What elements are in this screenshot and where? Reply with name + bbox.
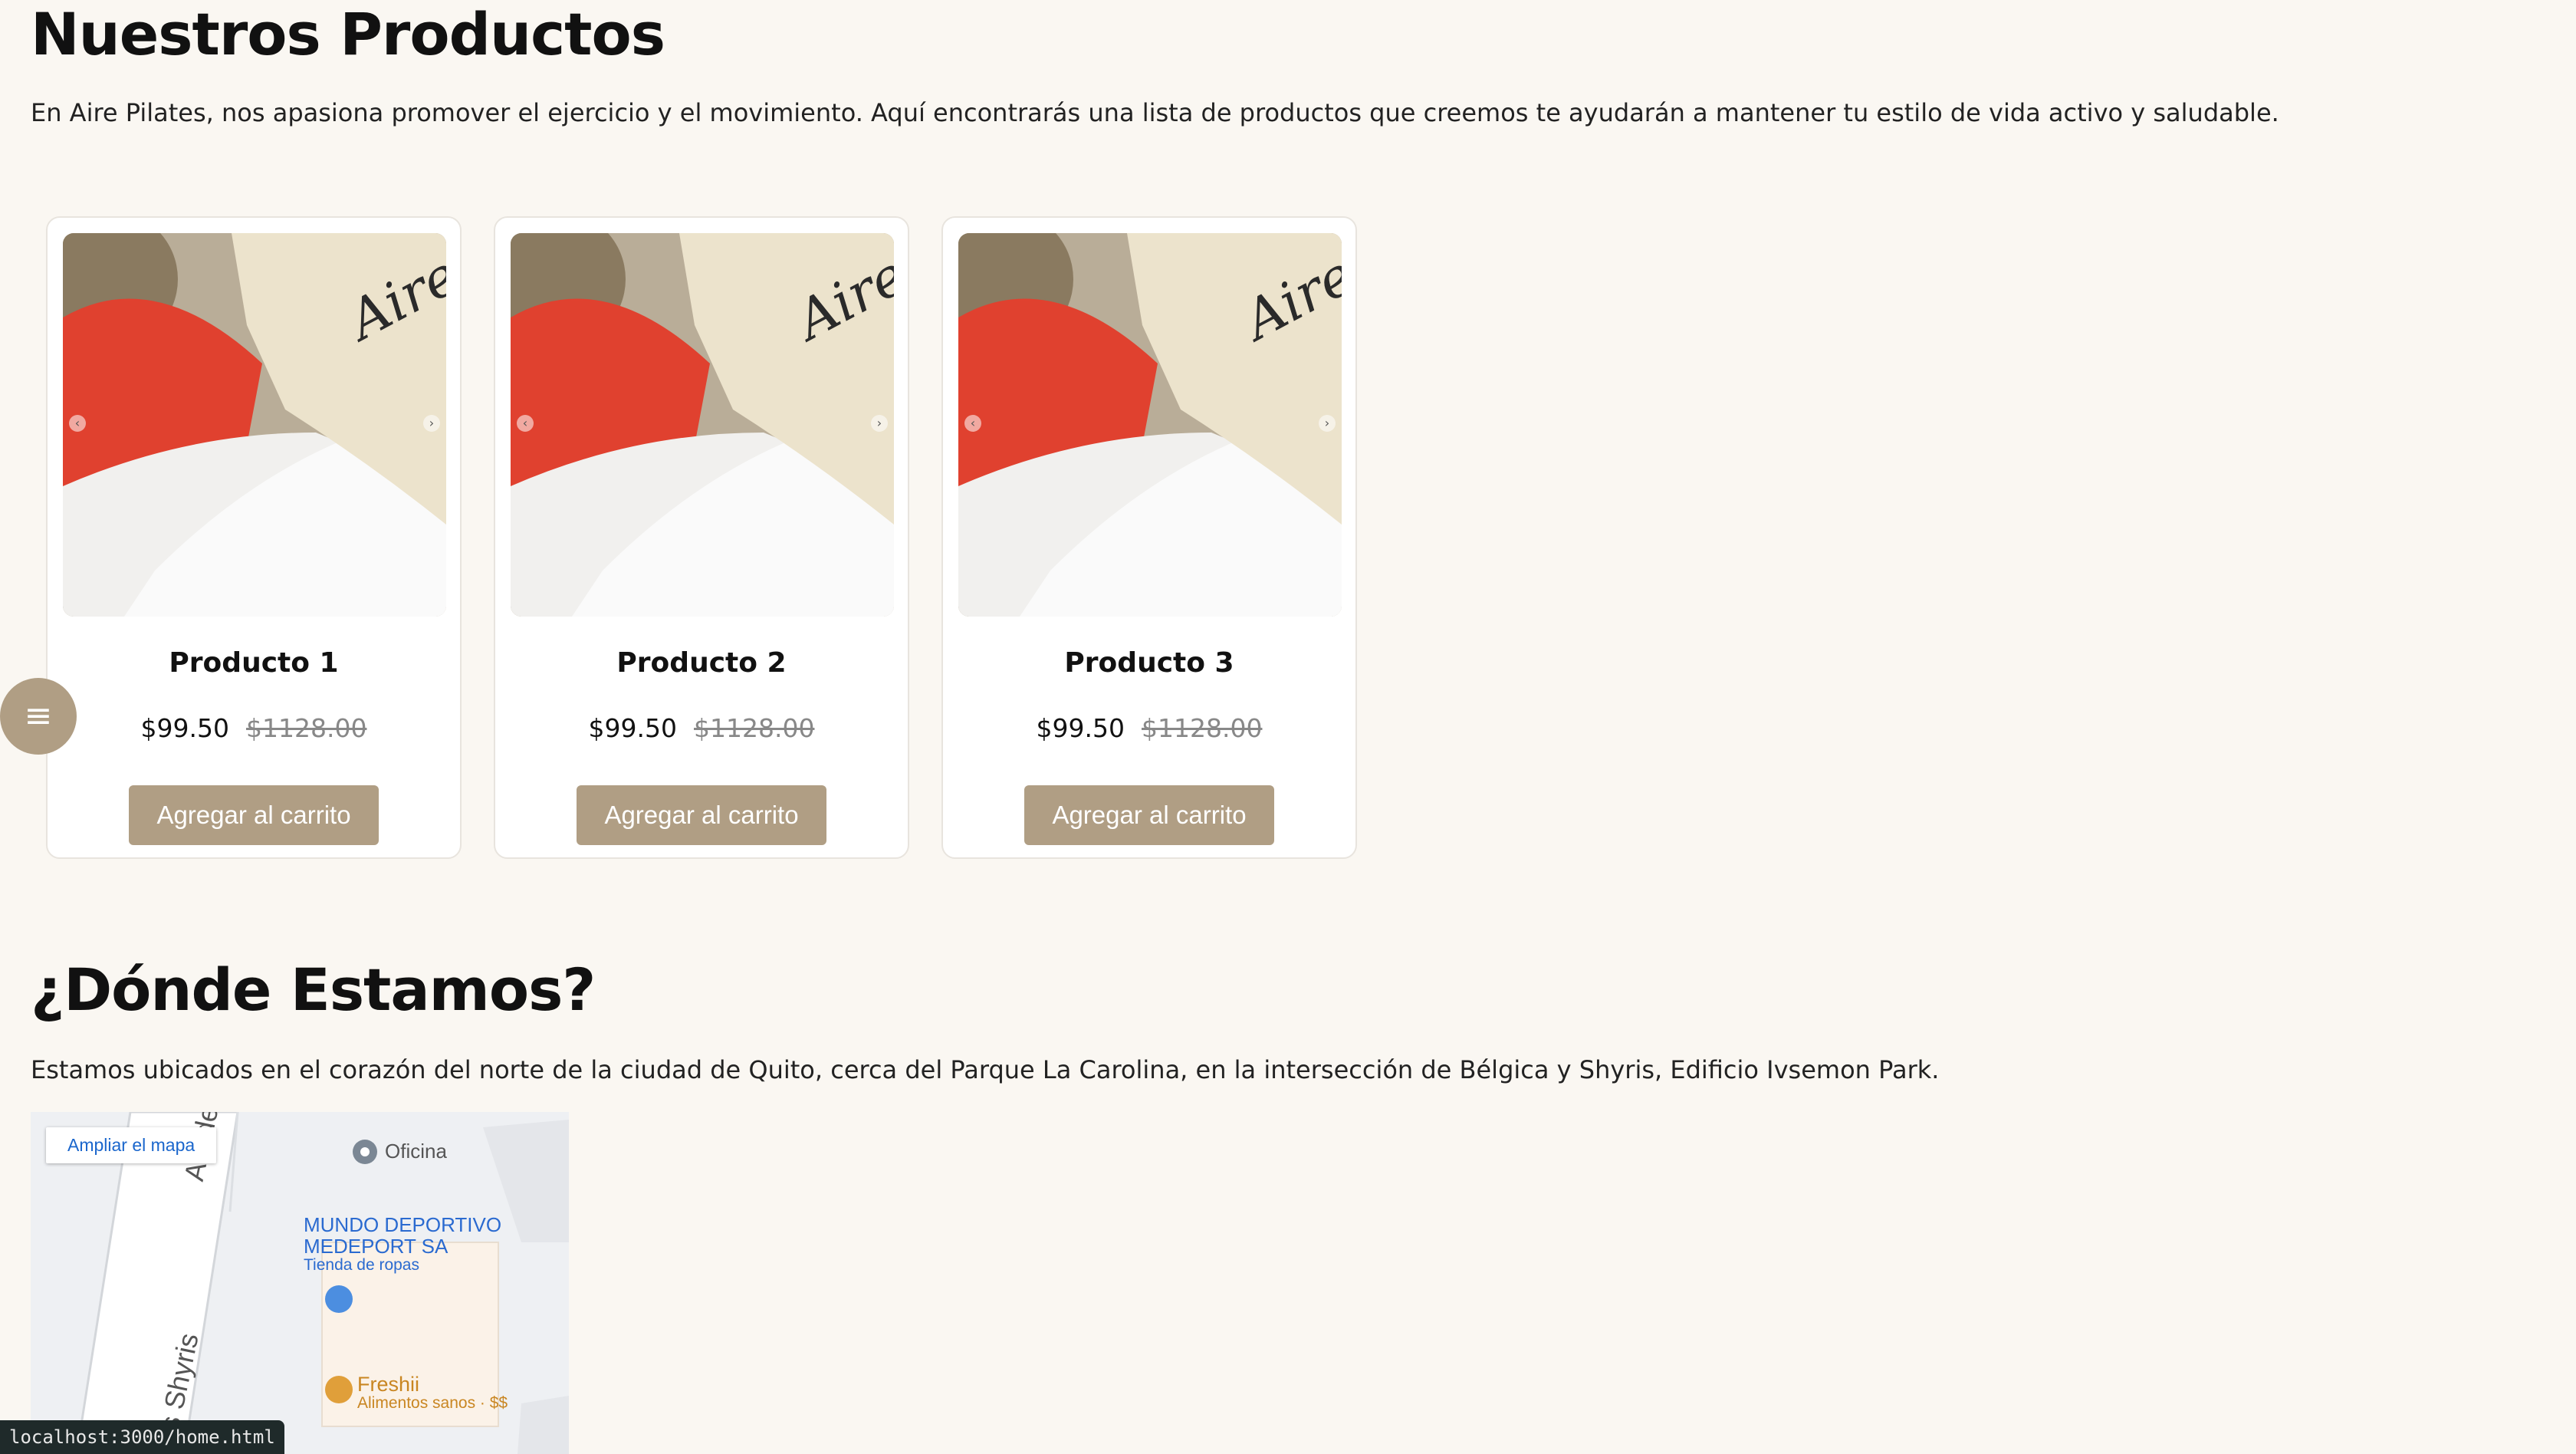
status-bar-url: localhost:3000/home.html [0,1420,284,1454]
map-poi-food-name[interactable]: Freshii [357,1373,419,1396]
chevron-left-icon[interactable]: ‹ [69,415,86,432]
product-prices: $99.50 $1128.00 [495,713,908,743]
product-price: $99.50 [140,713,229,743]
location-description: Estamos ubicados en el corazón del norte… [31,1055,1940,1084]
product-price: $99.50 [1036,713,1125,743]
products-intro: En Aire Pilates, nos apasiona promover e… [31,98,2279,127]
embedded-map[interactable]: Av. de los s Shyris Oficina MUNDO DEPORT… [31,1112,569,1454]
product-name: Producto 2 [616,647,787,679]
product-prices: $99.50 $1128.00 [48,713,460,743]
product-old-price: $1128.00 [694,713,815,743]
map-poi-food-type: Alimentos sanos · $$ [357,1394,508,1412]
product-image[interactable]: Aire ‹ › [63,233,446,617]
chevron-right-icon[interactable]: › [423,415,440,432]
map-poi-office[interactable]: Oficina [385,1140,447,1163]
add-to-cart-button[interactable]: Agregar al carrito [1024,785,1274,845]
product-prices: $99.50 $1128.00 [943,713,1355,743]
menu-button[interactable]: ≡ [0,678,77,755]
product-card: Aire ‹ › Producto 3 $99.50 $1128.00 Agreg… [941,216,1357,859]
hamburger-menu-icon: ≡ [24,696,53,735]
product-old-price: $1128.00 [1142,713,1263,743]
product-price: $99.50 [588,713,677,743]
map-poi-store-name[interactable]: MUNDO DEPORTIVO [304,1213,501,1237]
product-card: Aire ‹ › Producto 2 $99.50 $1128.00 Agreg… [494,216,909,859]
chevron-right-icon[interactable]: › [871,415,888,432]
product-image[interactable]: Aire ‹ › [958,233,1342,617]
chevron-right-icon[interactable]: › [1319,415,1336,432]
product-name: Producto 1 [169,647,339,679]
expand-map-link[interactable]: Ampliar el mapa [46,1127,217,1163]
product-photo-bag-aire: Aire [511,233,894,617]
map-poi-store-name[interactable]: MEDEPORT SA [304,1235,448,1258]
add-to-cart-button[interactable]: Agregar al carrito [577,785,826,845]
chevron-left-icon[interactable]: ‹ [517,415,534,432]
product-old-price: $1128.00 [246,713,367,743]
add-to-cart-button[interactable]: Agregar al carrito [129,785,379,845]
product-name: Producto 3 [1064,647,1234,679]
product-card: Aire ‹ › Producto 1 $99.50 $1128.00 Agreg… [46,216,462,859]
product-image[interactable]: Aire ‹ › [511,233,894,617]
location-title: ¿Dónde Estamos? [31,956,596,1024]
chevron-left-icon[interactable]: ‹ [964,415,981,432]
product-photo-bag-aire: Aire [958,233,1342,617]
map-poi-store-type: Tienda de ropas [304,1256,419,1274]
products-title: Nuestros Productos [31,0,665,68]
product-photo-bag-aire: Aire [63,233,446,617]
